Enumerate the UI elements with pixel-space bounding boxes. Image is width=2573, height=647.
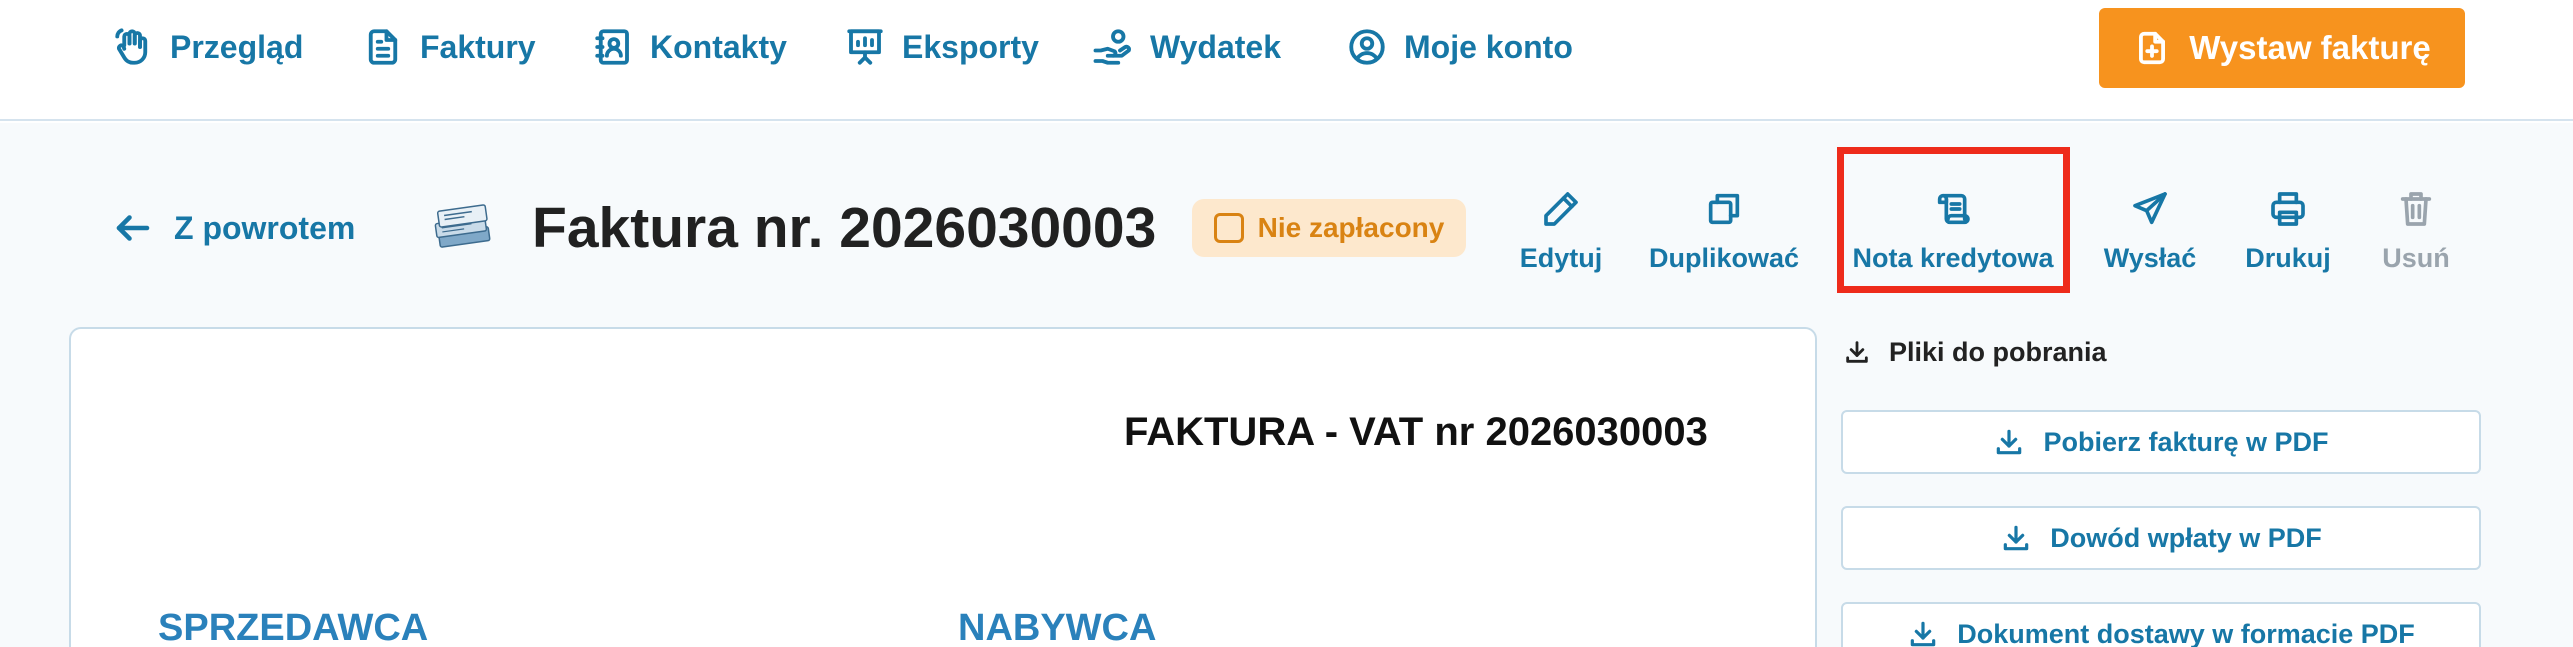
nav-item-faktury[interactable]: Faktury bbox=[362, 22, 536, 72]
duplicate-label: Duplikować bbox=[1648, 242, 1800, 273]
download-delivery-note-button[interactable]: Dokument dostawy w formacie PDF bbox=[1841, 602, 2481, 647]
pencil-icon bbox=[1544, 191, 1578, 226]
download-icon bbox=[2003, 525, 2029, 551]
page-title: Faktura nr. 2026030003 bbox=[532, 196, 1157, 260]
back-label: Z powrotem bbox=[174, 209, 356, 246]
edit-label: Edytuj bbox=[1519, 242, 1603, 273]
nav-label: Moje konto bbox=[1404, 28, 1573, 65]
invoice-stack-icon bbox=[434, 204, 491, 248]
copy-icon bbox=[1708, 193, 1740, 224]
checkbox-outline-icon bbox=[1213, 213, 1244, 243]
hand-coins-icon bbox=[1093, 29, 1131, 65]
printer-icon bbox=[2271, 191, 2305, 226]
arrow-left-icon bbox=[116, 215, 150, 241]
invoice-preview bbox=[69, 327, 1817, 647]
downloads-heading: Pliki do pobrania bbox=[1843, 334, 2107, 370]
presentation-chart-icon bbox=[847, 29, 883, 65]
invoice-document-title: FAKTURA - VAT nr 2026030003 bbox=[1124, 410, 1708, 454]
buyer-heading: NABYWCA bbox=[958, 607, 1157, 647]
download-icon bbox=[1997, 429, 2022, 455]
nav-label: Wydatek bbox=[1150, 28, 1282, 65]
nav-item-moje-konto[interactable]: Moje konto bbox=[1346, 22, 1573, 72]
duplicate-button[interactable]: Duplikować bbox=[1648, 176, 1800, 286]
nav-item-przeglad[interactable]: Przegląd bbox=[112, 22, 303, 72]
status-badge: Nie zapłacony bbox=[1192, 199, 1466, 257]
download-invoice-pdf-label: Pobierz fakturę w PDF bbox=[2043, 426, 2329, 457]
download-payment-proof-button[interactable]: Dowód wpłaty w PDF bbox=[1841, 506, 2481, 570]
create-invoice-button[interactable]: Wystaw fakturę bbox=[2099, 8, 2465, 88]
create-invoice-label: Wystaw fakturę bbox=[2189, 29, 2431, 66]
scroll-icon bbox=[1937, 193, 1970, 224]
credit-note-label: Nota kredytowa bbox=[1852, 242, 2054, 273]
download-invoice-pdf-button[interactable]: Pobierz fakturę w PDF bbox=[1841, 410, 2481, 474]
hand-wave-icon bbox=[115, 28, 148, 65]
download-icon bbox=[1846, 341, 1868, 363]
download-icon bbox=[1910, 621, 1936, 647]
download-payment-proof-label: Dowód wpłaty w PDF bbox=[2050, 522, 2322, 553]
document-icon bbox=[368, 29, 398, 65]
trash-icon bbox=[2400, 191, 2432, 226]
nav-item-kontakty[interactable]: Kontakty bbox=[592, 22, 787, 72]
contact-book-icon bbox=[595, 29, 629, 65]
back-link[interactable]: Z powrotem bbox=[112, 198, 355, 258]
send-button[interactable]: Wysłać bbox=[2100, 176, 2200, 286]
nav-label: Kontakty bbox=[650, 28, 787, 65]
nav-item-wydatek[interactable]: Wydatek bbox=[1092, 22, 1281, 72]
nav-label: Eksporty bbox=[902, 28, 1039, 65]
status-label: Nie zapłacony bbox=[1257, 212, 1445, 243]
print-button[interactable]: Drukuj bbox=[2242, 176, 2334, 286]
downloads-heading-label: Pliki do pobrania bbox=[1889, 336, 2107, 367]
file-plus-icon bbox=[2139, 31, 2166, 65]
delete-button[interactable]: Usuń bbox=[2376, 176, 2456, 286]
top-navigation: Przegląd Faktury Kontakty Eksporty Wydat… bbox=[0, 0, 2573, 121]
send-label: Wysłać bbox=[2103, 242, 2197, 273]
send-icon bbox=[2133, 191, 2167, 224]
user-circle-icon bbox=[1349, 29, 1385, 65]
print-label: Drukuj bbox=[2245, 242, 2331, 273]
download-delivery-note-label: Dokument dostawy w formacie PDF bbox=[1957, 618, 2415, 647]
edit-button[interactable]: Edytuj bbox=[1516, 176, 1606, 286]
credit-note-button[interactable]: Nota kredytowa bbox=[1848, 176, 2058, 286]
seller-heading: SPRZEDAWCA bbox=[158, 607, 429, 647]
nav-label: Faktury bbox=[420, 28, 536, 65]
nav-label: Przegląd bbox=[170, 28, 304, 65]
delete-label: Usuń bbox=[2382, 242, 2450, 273]
nav-item-eksporty[interactable]: Eksporty bbox=[844, 22, 1039, 72]
